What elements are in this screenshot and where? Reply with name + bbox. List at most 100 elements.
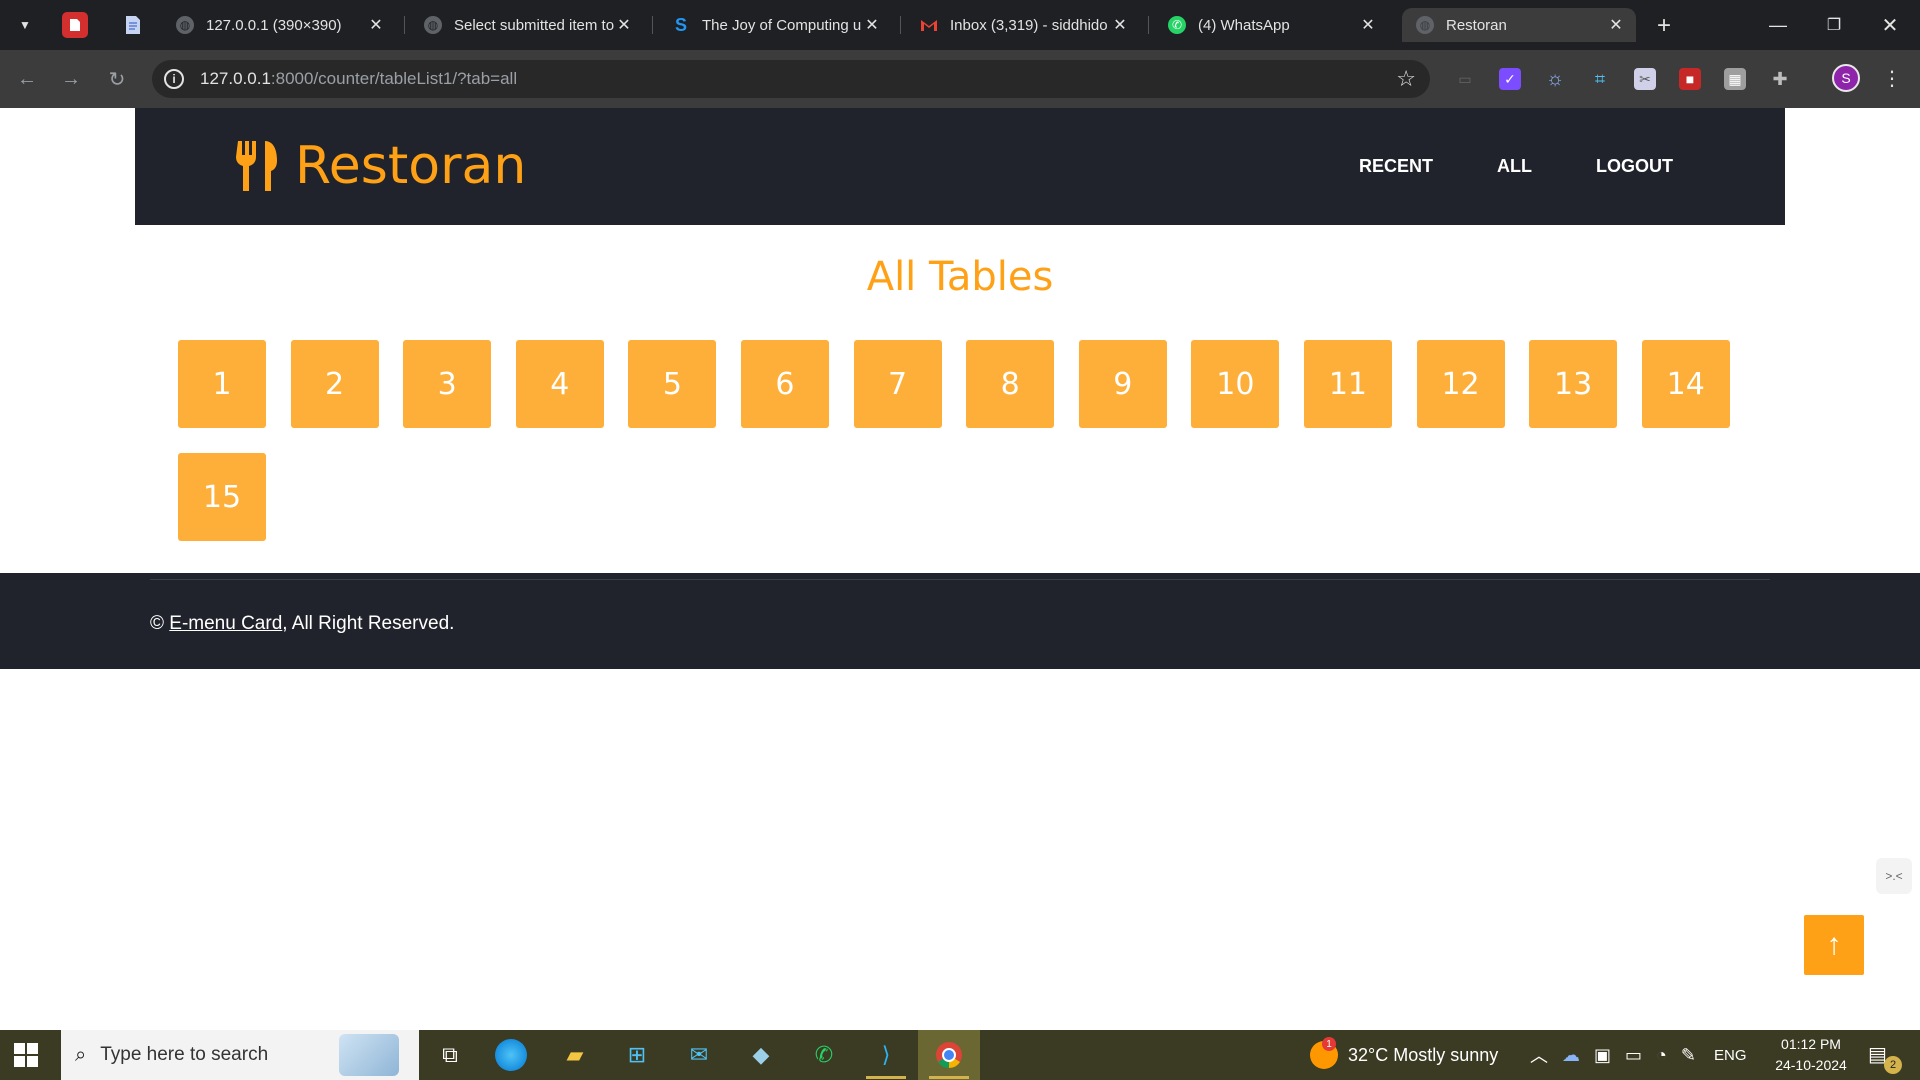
tab-select-submitted[interactable]: ◍ Select submitted item to ✕ — [410, 8, 644, 42]
close-tab-icon[interactable]: ✕ — [1358, 15, 1378, 35]
weather-widget[interactable]: 1 32°C Mostly sunny — [1310, 1030, 1498, 1080]
tab-title: 127.0.0.1 (390×390) — [206, 16, 342, 34]
notes-app-icon[interactable]: ◆ — [743, 1038, 779, 1072]
show-hidden-icons-chevron-icon[interactable]: ︿ — [1530, 1042, 1548, 1068]
tab-joy-of-computing[interactable]: S The Joy of Computing u ✕ — [658, 8, 892, 42]
vscode-icon[interactable]: ⟩ — [868, 1038, 904, 1072]
qr-code-extension-icon[interactable]: ▦ — [1724, 68, 1746, 90]
chrome-taskbar-icon[interactable] — [931, 1038, 967, 1072]
globe-icon: ◍ — [176, 16, 194, 34]
address-bar[interactable]: i 127.0.0.1:8000/counter/tableList1/?tab… — [152, 60, 1430, 98]
windows-taskbar: ⌕ Type here to search ⧉ ▰ ⊞ ✉ ◆ ✆ ⟩ 1 32… — [0, 1030, 1920, 1080]
pinned-tab-pdf-icon[interactable] — [62, 12, 88, 38]
battery-icon[interactable]: ▭ — [1625, 1045, 1642, 1066]
copyright-symbol: © — [150, 613, 164, 634]
globe-icon: ◍ — [1416, 16, 1434, 34]
table-tile-5[interactable]: 5 — [628, 340, 717, 428]
close-window-icon[interactable]: ✕ — [1862, 0, 1918, 50]
whatsapp-icon: ✆ — [1168, 16, 1186, 34]
gmail-icon — [920, 16, 938, 34]
table-tile-10[interactable]: 10 — [1191, 340, 1280, 428]
crop-extension-icon[interactable]: ⌗ — [1589, 68, 1611, 90]
nav-recent-link[interactable]: RECENT — [1359, 156, 1433, 177]
tab-title: (4) WhatsApp — [1198, 16, 1290, 34]
search-placeholder: Type here to search — [100, 1044, 269, 1065]
tab-title: Select submitted item to — [454, 16, 614, 34]
whatsapp-taskbar-icon[interactable]: ✆ — [806, 1038, 842, 1072]
floating-extension-icon[interactable]: >.< — [1876, 858, 1912, 894]
bookmark-star-icon[interactable]: ☆ — [1396, 66, 1416, 92]
arrow-up-icon: ↑ — [1826, 928, 1842, 961]
table-tile-13[interactable]: 13 — [1529, 340, 1618, 428]
minimize-icon[interactable]: — — [1750, 0, 1806, 50]
tab-gmail-inbox[interactable]: Inbox (3,319) - siddhido ✕ — [906, 8, 1140, 42]
meet-camera-icon[interactable]: ▣ — [1594, 1045, 1611, 1066]
onedrive-cloud-icon[interactable]: ☁ — [1562, 1045, 1580, 1066]
mail-icon[interactable]: ✉ — [681, 1038, 717, 1072]
tab-whatsapp[interactable]: ✆ (4) WhatsApp ✕ — [1154, 8, 1388, 42]
table-tile-3[interactable]: 3 — [403, 340, 492, 428]
back-to-top-button[interactable]: ↑ — [1804, 915, 1864, 975]
table-tile-2[interactable]: 2 — [290, 340, 379, 428]
close-tab-icon[interactable]: ✕ — [1110, 15, 1130, 35]
wifi-icon[interactable]: ◔ — [1656, 1045, 1667, 1066]
pinned-tab-docs-icon[interactable] — [120, 12, 146, 38]
close-tab-icon[interactable]: ✕ — [1606, 15, 1626, 35]
reload-icon[interactable]: ↻ — [102, 64, 132, 94]
system-clock[interactable]: 01:12 PM 24-10-2024 — [1768, 1034, 1854, 1076]
table-tile-1[interactable]: 1 — [178, 340, 266, 428]
weather-sun-icon: 1 — [1310, 1037, 1338, 1069]
nav-menu: RECENT ALL LOGOUT — [1295, 156, 1673, 177]
table-tile-11[interactable]: 11 — [1303, 340, 1392, 428]
extensions-puzzle-icon[interactable]: ✚ — [1769, 68, 1791, 90]
weather-alert-badge: 1 — [1322, 1037, 1336, 1051]
new-tab-plus-icon[interactable]: + — [1650, 12, 1678, 40]
footer-emenu-link[interactable]: E-menu Card — [169, 613, 282, 634]
table-tile-15[interactable]: 15 — [178, 453, 266, 541]
notification-count-badge: 2 — [1884, 1056, 1902, 1074]
reading-list-icon[interactable]: ▭ — [1454, 68, 1476, 90]
chrome-active-indicator — [929, 1076, 969, 1079]
nav-all-link[interactable]: ALL — [1497, 156, 1532, 177]
site-info-icon[interactable]: i — [164, 69, 184, 89]
tab-restoran[interactable]: ◍ Restoran ✕ — [1402, 8, 1636, 42]
language-indicator[interactable]: ENG — [1714, 1047, 1747, 1064]
utensils-icon — [236, 141, 277, 191]
pen-icon[interactable]: ✎ — [1681, 1045, 1696, 1066]
forward-arrow-icon[interactable]: → — [56, 64, 86, 94]
microsoft-store-icon[interactable]: ⊞ — [619, 1038, 655, 1072]
url-text: 127.0.0.1:8000/counter/tableList1/?tab=a… — [200, 69, 518, 88]
recorder-extension-icon[interactable]: ■ — [1679, 68, 1701, 90]
profile-avatar[interactable]: S — [1832, 64, 1860, 92]
table-tile-12[interactable]: 12 — [1416, 340, 1505, 428]
browser-menu-icon[interactable]: ⋮ — [1882, 64, 1902, 92]
tab-search-chevron-icon[interactable]: ▼ — [10, 10, 40, 40]
tab-localhost-390[interactable]: ◍ 127.0.0.1 (390×390) ✕ — [162, 8, 396, 42]
table-tile-4[interactable]: 4 — [515, 340, 604, 428]
close-tab-icon[interactable]: ✕ — [366, 15, 386, 35]
restore-icon[interactable]: ❐ — [1806, 0, 1862, 50]
nav-logout-link[interactable]: LOGOUT — [1596, 156, 1673, 177]
vscode-active-indicator — [866, 1076, 906, 1079]
table-tile-9[interactable]: 9 — [1078, 340, 1167, 428]
close-tab-icon[interactable]: ✕ — [862, 15, 882, 35]
clock-date: 24-10-2024 — [1775, 1057, 1847, 1073]
windows-start-icon[interactable] — [14, 1043, 38, 1067]
taskbar-search-box[interactable]: ⌕ Type here to search — [61, 1030, 419, 1080]
tab-separator — [1148, 16, 1149, 34]
sun-extension-icon[interactable]: ☼ — [1544, 68, 1566, 90]
edge-browser-icon[interactable] — [495, 1039, 527, 1071]
brand-logo[interactable]: Restoran — [235, 136, 526, 196]
file-explorer-icon[interactable]: ▰ — [557, 1038, 593, 1072]
close-tab-icon[interactable]: ✕ — [614, 15, 634, 35]
tab-title: Inbox (3,319) - siddhido — [950, 16, 1108, 34]
table-tile-8[interactable]: 8 — [966, 340, 1055, 428]
table-tile-14[interactable]: 14 — [1641, 340, 1730, 428]
search-highlight-image — [339, 1034, 399, 1076]
back-arrow-icon[interactable]: ← — [12, 64, 42, 94]
screenshot-extension-icon[interactable]: ✂ — [1634, 68, 1656, 90]
task-view-icon[interactable]: ⧉ — [432, 1038, 468, 1072]
checkbox-extension-icon[interactable]: ✓ — [1499, 68, 1521, 90]
table-tile-7[interactable]: 7 — [853, 340, 942, 428]
table-tile-6[interactable]: 6 — [740, 340, 829, 428]
